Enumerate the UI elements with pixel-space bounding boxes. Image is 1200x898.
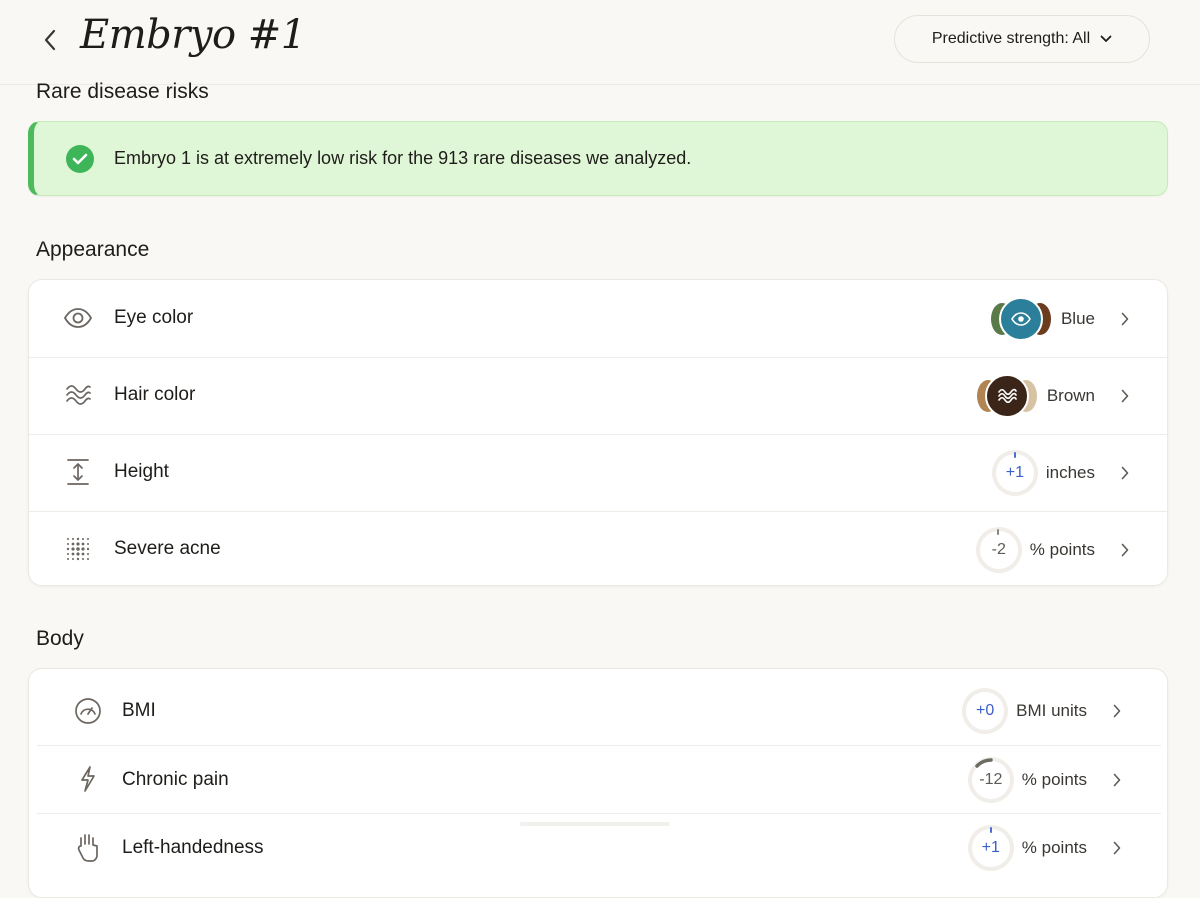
chevron-right-icon [1121,465,1137,481]
chevron-right-icon [1113,703,1129,719]
hair-color-swatch [975,373,1039,418]
check-circle-icon [66,144,94,173]
eye-color-swatch [989,296,1053,341]
height-arrows-icon [63,457,93,487]
body-card: BMI +0 BMI units Chronic pain -12 % poin… [28,668,1168,898]
trait-unit: % points [1021,770,1087,789]
eye-swatch-icon [998,296,1043,341]
trait-unit: BMI units [1016,701,1087,720]
section-title-rare-disease: Rare disease risks [36,80,209,103]
trait-value: Brown [1046,385,1095,405]
waves-icon [63,380,93,410]
trait-value-group: +0 BMI units [962,677,1129,745]
delta-value: +0 [976,702,995,719]
section-title-body: Body [36,627,84,650]
trait-row-hair-color[interactable]: Hair color Brown [29,357,1167,435]
trait-value-group: Brown [975,357,1137,434]
trait-value-group: +1 % points [967,814,1129,882]
delta-dial: +0 [962,688,1009,734]
trait-value-group: -12 % points [967,746,1129,814]
trait-label: Severe acne [114,538,221,559]
gauge-icon [73,696,103,726]
rare-disease-message: Embryo 1 is at extremely low risk for th… [114,148,692,168]
trait-row-height[interactable]: Height +1 inches [29,434,1167,512]
appearance-card: Eye color Blue Hair color Brown Height +… [28,279,1168,586]
trait-label: Chronic pain [122,769,229,790]
delta-dial: +1 [991,449,1038,496]
chevron-right-icon [1121,311,1137,327]
delta-value: -2 [991,540,1006,558]
trait-label: Eye color [114,307,194,328]
rare-disease-banner: Embryo 1 is at extremely low risk for th… [28,121,1168,196]
chevron-right-icon [1113,772,1129,788]
section-title-appearance: Appearance [36,238,150,261]
scroll-handle [520,822,670,826]
delta-dial: +1 [967,825,1014,871]
trait-label: BMI [122,700,156,721]
chevron-left-icon [44,29,56,51]
predictive-strength-dropdown[interactable]: Predictive strength: All [894,15,1150,63]
waves-swatch-icon [984,373,1029,418]
chevron-right-icon [1121,542,1137,558]
predictive-strength-label: Predictive strength: All [931,30,1091,47]
trait-value-group: Blue [989,280,1137,357]
chevron-right-icon [1113,840,1129,856]
trait-value: Blue [1060,308,1095,328]
eye-icon [63,303,93,333]
back-button[interactable] [38,26,62,54]
chevron-down-icon [1100,35,1112,42]
delta-value: -12 [979,771,1003,788]
trait-value-group: +1 inches [991,434,1137,511]
trait-unit: inches [1045,462,1095,482]
trait-row-severe-acne[interactable]: Severe acne -2 % points [29,511,1167,585]
top-bar: Embryo #1 Predictive strength: All [0,0,1200,85]
trait-value-group: -2 % points [975,511,1137,585]
trait-row-bmi[interactable]: BMI +0 BMI units [29,677,1167,745]
trait-unit: % points [1021,838,1087,857]
delta-value: +1 [1005,463,1024,481]
trait-label: Height [114,461,169,482]
hand-icon [73,832,103,862]
delta-value: +1 [981,839,1000,856]
chevron-right-icon [1121,388,1137,404]
trait-row-chronic-pain[interactable]: Chronic pain -12 % points [29,746,1167,814]
lightning-icon [73,764,103,794]
page-title: Embryo #1 [80,12,306,58]
delta-dial: -2 [975,526,1022,573]
trait-label: Hair color [114,384,196,405]
trait-row-eye-color[interactable]: Eye color Blue [29,280,1167,358]
dots-grid-icon [63,534,93,564]
delta-dial: -12 [967,757,1014,803]
trait-unit: % points [1029,539,1095,559]
